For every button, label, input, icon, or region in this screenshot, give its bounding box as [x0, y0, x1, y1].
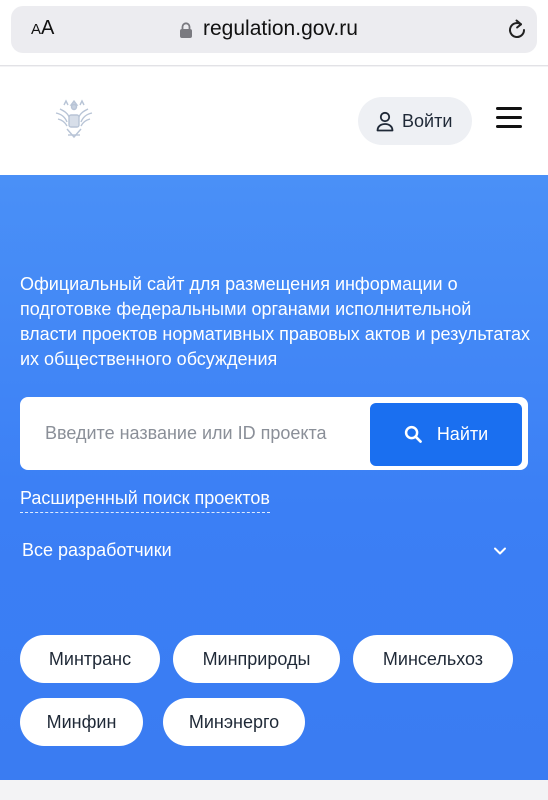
- hamburger-menu-icon[interactable]: [496, 107, 522, 131]
- browser-toolbar: AA regulation.gov.ru: [0, 0, 548, 66]
- coat-of-arms-icon[interactable]: [50, 95, 98, 143]
- page-bottom: [0, 780, 548, 800]
- lock-icon: [180, 22, 192, 38]
- chip-minfin[interactable]: Минфин: [20, 698, 143, 746]
- chip-mintrans[interactable]: Минтранс: [20, 635, 160, 683]
- login-label: Войти: [402, 110, 453, 131]
- search-input[interactable]: [30, 405, 365, 462]
- reload-icon[interactable]: [505, 18, 529, 42]
- user-icon: [376, 111, 394, 132]
- text-size-button[interactable]: AA: [31, 17, 54, 40]
- chip-minselkhoz[interactable]: Минсельхоз: [353, 635, 513, 683]
- developers-select[interactable]: Все разработчики: [20, 535, 510, 565]
- chip-minenergo[interactable]: Минэнерго: [163, 698, 305, 746]
- site-description: Официальный сайт для размещения информац…: [20, 274, 530, 369]
- advanced-search-link[interactable]: Расширенный поиск проектов: [20, 488, 270, 513]
- address-bar[interactable]: AA regulation.gov.ru: [11, 6, 537, 53]
- search-button-label: Найти: [436, 424, 489, 444]
- search-icon: [404, 425, 422, 443]
- search-button[interactable]: Найти: [370, 403, 522, 466]
- developers-select-value: Все разработчики: [22, 540, 172, 560]
- search-form: Найти: [20, 397, 528, 470]
- site-header: Войти: [0, 67, 548, 175]
- chevron-down-icon: [494, 547, 506, 555]
- url-text[interactable]: regulation.gov.ru: [203, 17, 358, 41]
- chip-minprirody[interactable]: Минприроды: [173, 635, 340, 683]
- login-button[interactable]: Войти: [358, 97, 472, 145]
- hero-section: Официальный сайт для размещения информац…: [0, 175, 548, 780]
